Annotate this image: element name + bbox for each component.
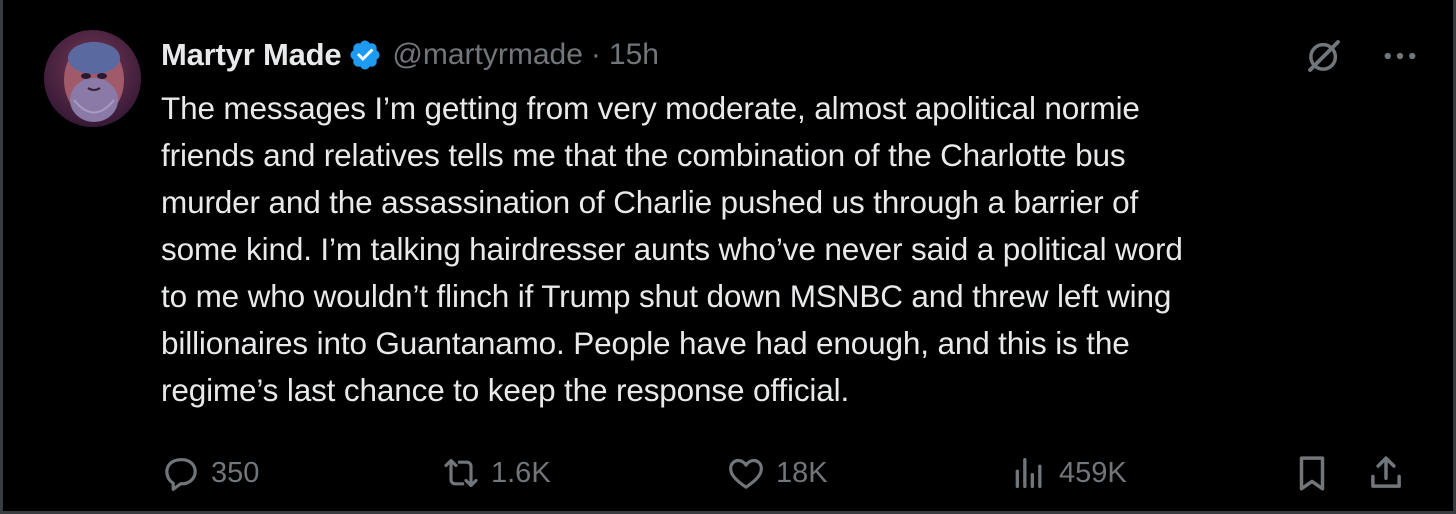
bookmark-icon — [1299, 456, 1325, 491]
reply-count: 350 — [211, 456, 260, 489]
timestamp[interactable]: 15h — [609, 38, 659, 72]
tweet-text-line: friends and relatives tells me that the … — [161, 137, 1126, 173]
tweet-text-line: some kind. I’m talking hairdresser aunts… — [161, 231, 1183, 267]
repost-icon — [444, 458, 478, 488]
bookmark-button[interactable] — [1291, 448, 1333, 498]
like-icon — [729, 458, 763, 489]
share-button[interactable] — [1365, 448, 1407, 498]
like-button[interactable]: 18K — [726, 448, 828, 498]
tweet-text-line: regime’s last chance to keep the respons… — [161, 372, 850, 408]
like-count: 18K — [776, 456, 828, 489]
avatar-image — [44, 30, 141, 127]
tweet-text-line: murder and the assassination of Charlie … — [161, 184, 1139, 220]
tweet-card[interactable]: Martyr Made @martyrmade · 15h The messag… — [0, 0, 1456, 514]
share-icon — [1371, 456, 1401, 488]
tweet-text-line: billionaires into Guantanamo. People hav… — [161, 325, 1130, 361]
views-count: 459K — [1059, 456, 1127, 489]
tweet-top-actions — [1303, 35, 1421, 77]
views-icon — [1015, 458, 1042, 488]
verified-badge-icon — [350, 40, 380, 70]
views-button[interactable]: 459K — [1009, 448, 1127, 498]
grok-icon[interactable] — [1303, 35, 1345, 77]
avatar[interactable] — [44, 30, 141, 127]
reply-icon — [165, 458, 197, 491]
reply-button[interactable]: 350 — [161, 448, 259, 498]
tweet-text-line: The messages I’m getting from very moder… — [161, 90, 1140, 126]
tweet-text: The messages I’m getting from very moder… — [161, 85, 1411, 414]
tweet-text-line: to me who wouldn’t flinch if Trump shut … — [161, 278, 1172, 314]
tweet-header: Martyr Made @martyrmade · 15h — [161, 34, 659, 76]
repost-count: 1.6K — [491, 456, 551, 489]
author-handle[interactable]: @martyrmade — [392, 38, 583, 72]
repost-button[interactable]: 1.6K — [441, 448, 551, 498]
separator-dot: · — [590, 38, 601, 71]
more-icon[interactable] — [1379, 35, 1421, 77]
author-name[interactable]: Martyr Made — [161, 37, 342, 73]
tweet-actions-bar: 350 1.6K 18K 459K — [161, 448, 1411, 498]
